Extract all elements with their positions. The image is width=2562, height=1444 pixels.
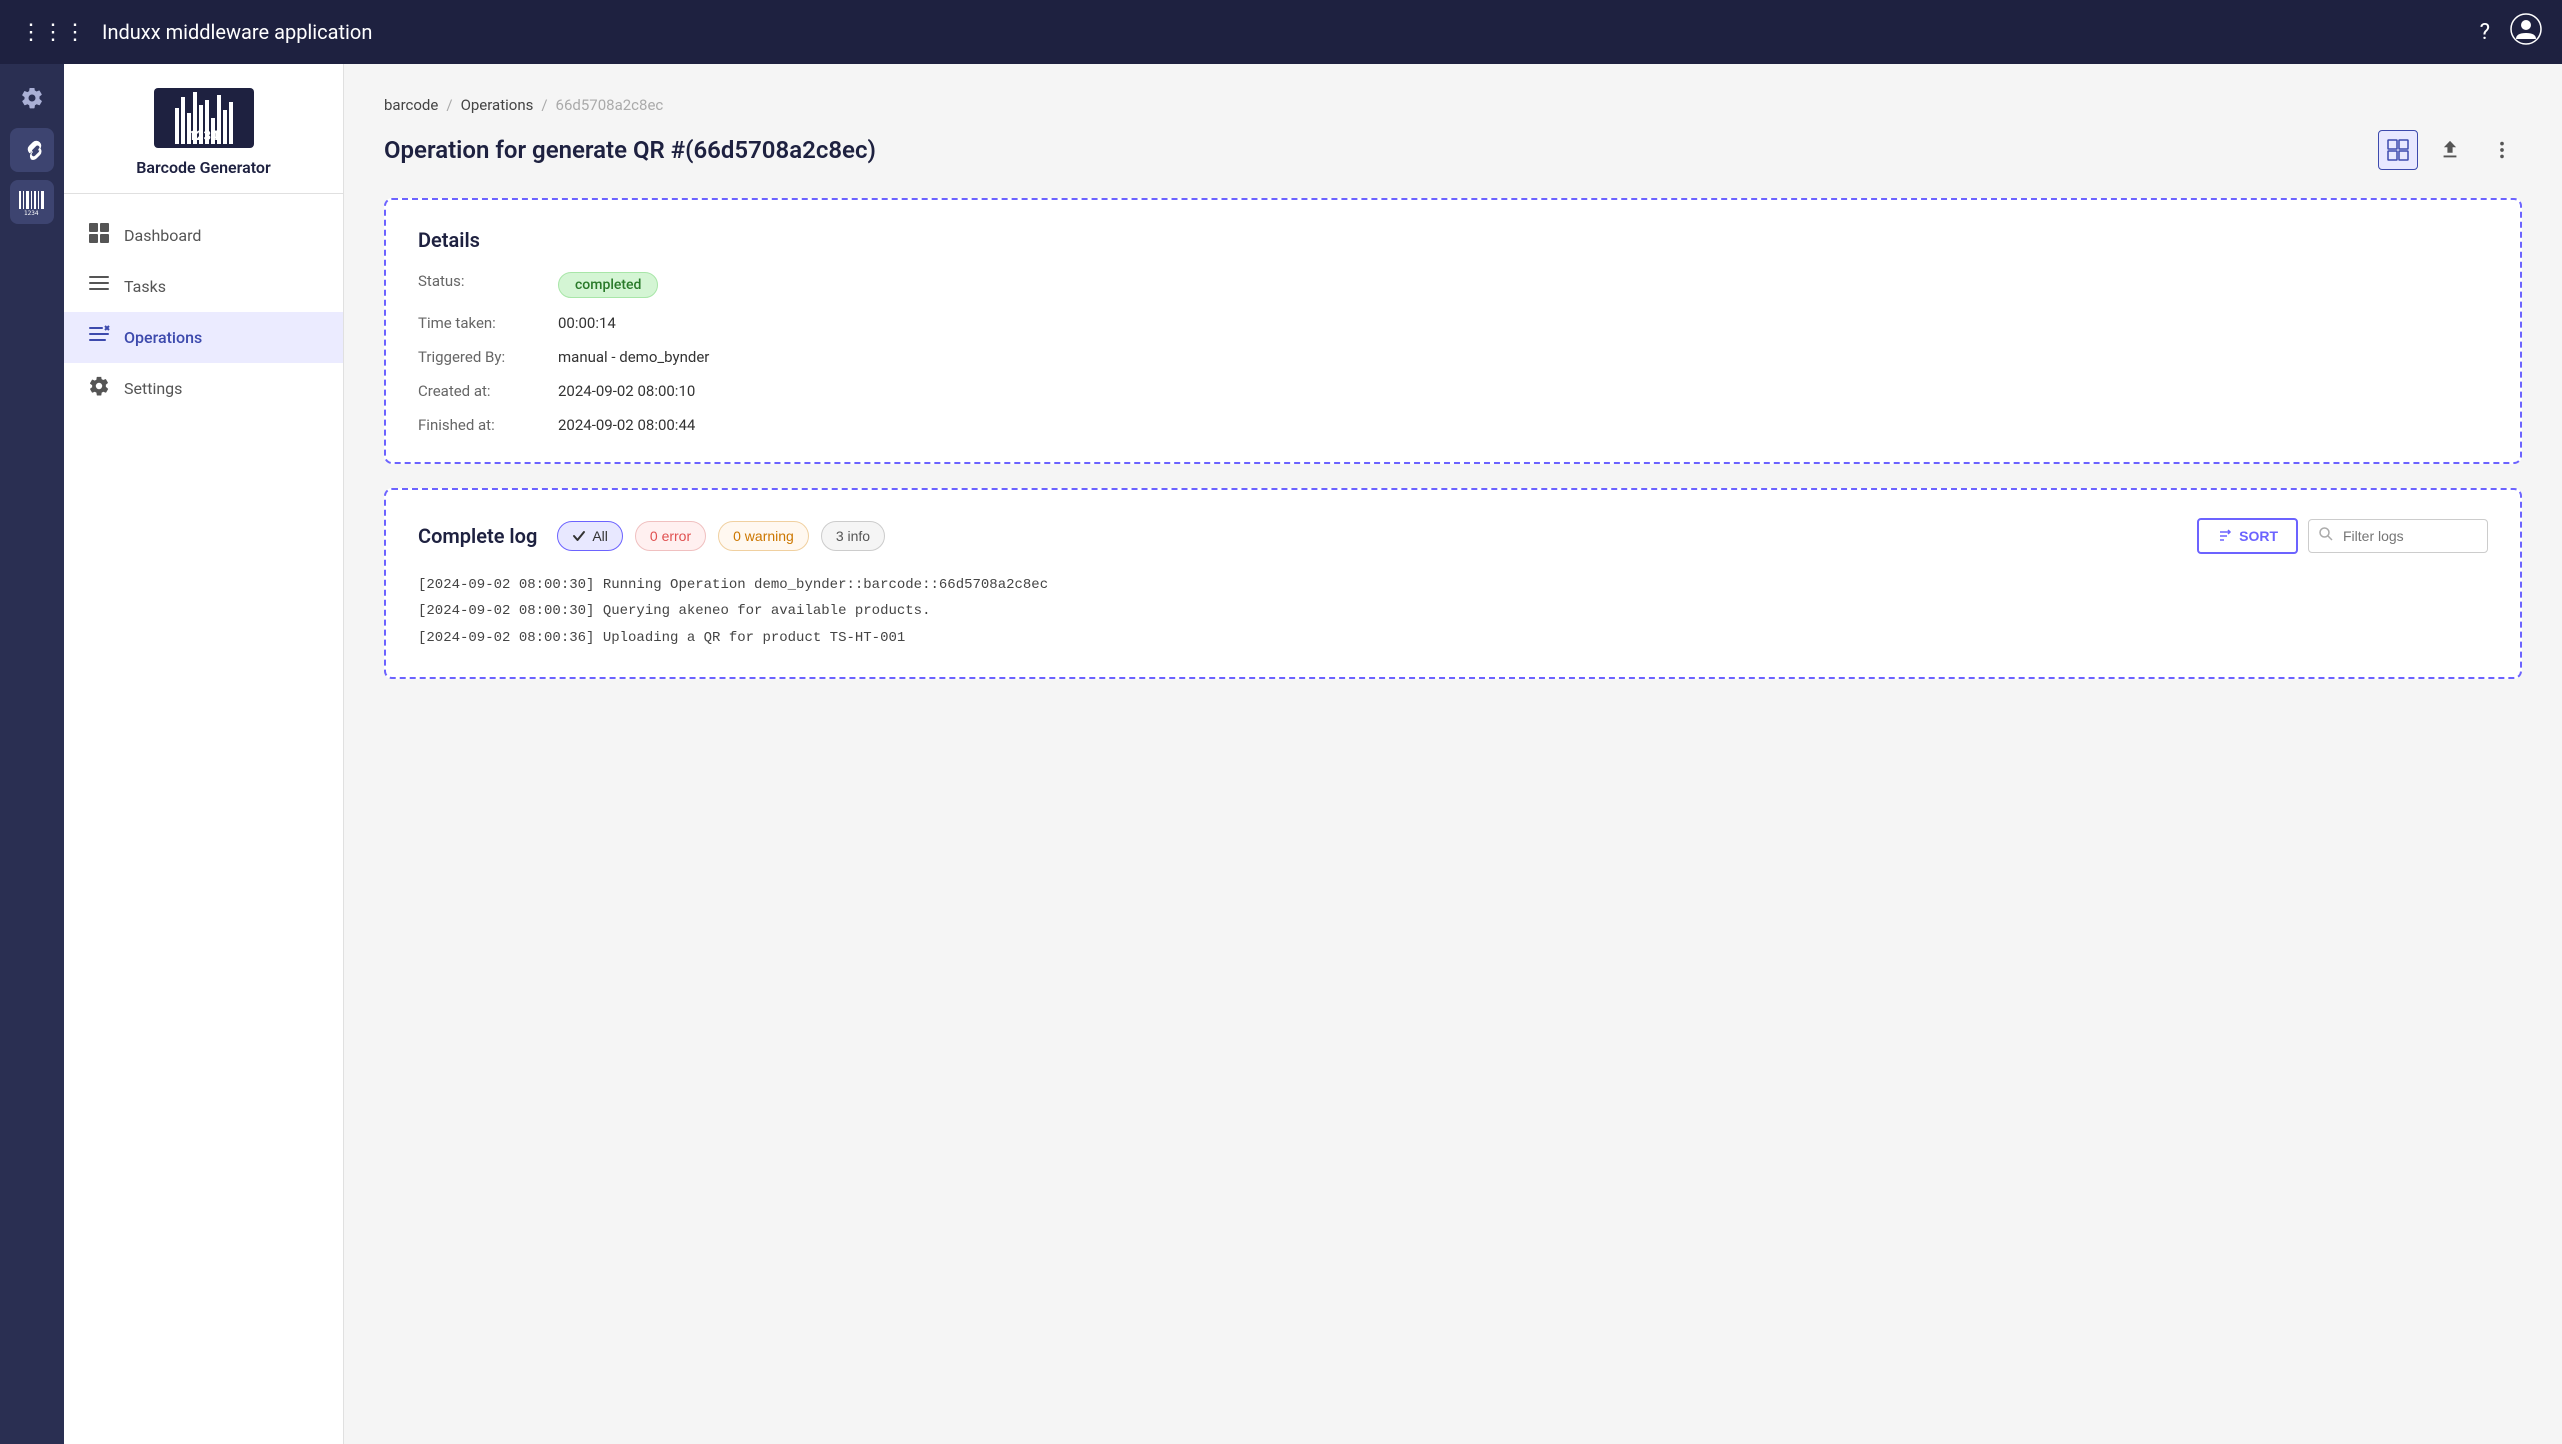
operations-label: Operations xyxy=(124,328,202,347)
barcode-logo-image: 1234 xyxy=(154,88,254,148)
log-entry-2: [2024-09-02 08:00:36] Uploading a QR for… xyxy=(418,627,2488,649)
log-header: Complete log All 0 error 0 warning 3 inf… xyxy=(418,518,2488,554)
details-grid: Status: completed Time taken: 00:00:14 T… xyxy=(418,272,2488,434)
detail-status-row: Status: completed xyxy=(418,272,2488,298)
log-entries: [2024-09-02 08:00:30] Running Operation … xyxy=(418,574,2488,649)
layout: 1234 1234 Barcode xyxy=(0,64,2562,1444)
filter-input-wrap xyxy=(2308,519,2488,553)
finished-value: 2024-09-02 08:00:44 xyxy=(558,416,695,434)
breadcrumb-current: 66d5708a2c8ec xyxy=(556,96,664,114)
breadcrumb-sep-1: / xyxy=(446,96,452,114)
breadcrumb-barcode[interactable]: barcode xyxy=(384,96,438,114)
log-actions: SORT xyxy=(2197,518,2488,554)
breadcrumb-operations[interactable]: Operations xyxy=(461,96,534,114)
tasks-icon xyxy=(88,273,110,300)
sort-label: SORT xyxy=(2239,528,2278,544)
filter-all-label: All xyxy=(592,528,608,544)
tasks-label: Tasks xyxy=(124,277,166,296)
sidebar-item-dashboard[interactable]: Dashboard xyxy=(64,210,343,261)
more-options-button[interactable] xyxy=(2482,130,2522,170)
details-card: Details Status: completed Time taken: 00… xyxy=(384,198,2522,464)
filter-logs-input[interactable] xyxy=(2308,519,2488,553)
detail-created-row: Created at: 2024-09-02 08:00:10 xyxy=(418,382,2488,400)
sidebar-item-operations[interactable]: Operations xyxy=(64,312,343,363)
strip-link[interactable] xyxy=(10,128,54,172)
barcode-number: 1234 xyxy=(189,129,219,144)
page-header: Operation for generate QR #(66d5708a2c8e… xyxy=(384,130,2522,170)
operations-icon xyxy=(88,324,110,351)
top-navigation: ⋮⋮⋮ Induxx middleware application ? xyxy=(0,0,2562,64)
settings-icon xyxy=(88,375,110,402)
filter-info-button[interactable]: 3 info xyxy=(821,521,885,551)
breadcrumb-sep-2: / xyxy=(541,96,547,114)
sidebar-logo: 1234 Barcode Generator xyxy=(64,64,343,194)
filter-error-button[interactable]: 0 error xyxy=(635,521,706,551)
filter-error-label: 0 error xyxy=(650,528,691,544)
sidebar-app-name: Barcode Generator xyxy=(136,158,270,177)
strip-settings[interactable] xyxy=(10,76,54,120)
log-title: Complete log xyxy=(418,524,537,548)
created-value: 2024-09-02 08:00:10 xyxy=(558,382,695,400)
sidebar-item-tasks[interactable]: Tasks xyxy=(64,261,343,312)
filter-all-button[interactable]: All xyxy=(557,521,623,551)
app-title: Induxx middleware application xyxy=(102,20,2464,44)
settings-label: Settings xyxy=(124,379,182,398)
page-title: Operation for generate QR #(66d5708a2c8e… xyxy=(384,136,876,164)
page-actions xyxy=(2378,130,2522,170)
filter-warning-button[interactable]: 0 warning xyxy=(718,521,809,551)
user-icon[interactable] xyxy=(2510,13,2542,51)
sort-button[interactable]: SORT xyxy=(2197,518,2298,554)
finished-label: Finished at: xyxy=(418,416,558,434)
download-button[interactable] xyxy=(2430,130,2470,170)
triggered-value: manual - demo_bynder xyxy=(558,348,709,366)
filter-warning-label: 0 warning xyxy=(733,528,794,544)
breadcrumb: barcode / Operations / 66d5708a2c8ec xyxy=(384,96,2522,114)
grid-icon[interactable]: ⋮⋮⋮ xyxy=(20,20,86,45)
detail-triggered-row: Triggered By: manual - demo_bynder xyxy=(418,348,2488,366)
icon-strip: 1234 xyxy=(0,64,64,1444)
created-label: Created at: xyxy=(418,382,558,400)
triggered-label: Triggered By: xyxy=(418,348,558,366)
filter-search-icon xyxy=(2318,526,2334,546)
main-content: barcode / Operations / 66d5708a2c8ec Ope… xyxy=(344,64,2562,1444)
sidebar-item-settings[interactable]: Settings xyxy=(64,363,343,414)
log-card: Complete log All 0 error 0 warning 3 inf… xyxy=(384,488,2522,679)
help-icon[interactable]: ? xyxy=(2480,20,2490,45)
time-value: 00:00:14 xyxy=(558,314,616,332)
time-label: Time taken: xyxy=(418,314,558,332)
details-title: Details xyxy=(418,228,2488,252)
dashboard-icon xyxy=(88,222,110,249)
sidebar-navigation: Dashboard Tasks xyxy=(64,194,343,430)
sidebar: 1234 Barcode Generator Dashboard xyxy=(64,64,344,1444)
dashboard-label: Dashboard xyxy=(124,226,201,245)
status-badge: completed xyxy=(558,272,658,298)
status-label: Status: xyxy=(418,272,558,298)
svg-text:1234: 1234 xyxy=(24,210,39,217)
log-entry-1: [2024-09-02 08:00:30] Querying akeneo fo… xyxy=(418,600,2488,622)
detail-time-row: Time taken: 00:00:14 xyxy=(418,314,2488,332)
log-entry-0: [2024-09-02 08:00:30] Running Operation … xyxy=(418,574,2488,596)
filter-info-label: 3 info xyxy=(836,528,870,544)
topnav-actions: ? xyxy=(2480,13,2542,51)
table-view-button[interactable] xyxy=(2378,130,2418,170)
detail-finished-row: Finished at: 2024-09-02 08:00:44 xyxy=(418,416,2488,434)
strip-barcode[interactable]: 1234 xyxy=(10,180,54,224)
